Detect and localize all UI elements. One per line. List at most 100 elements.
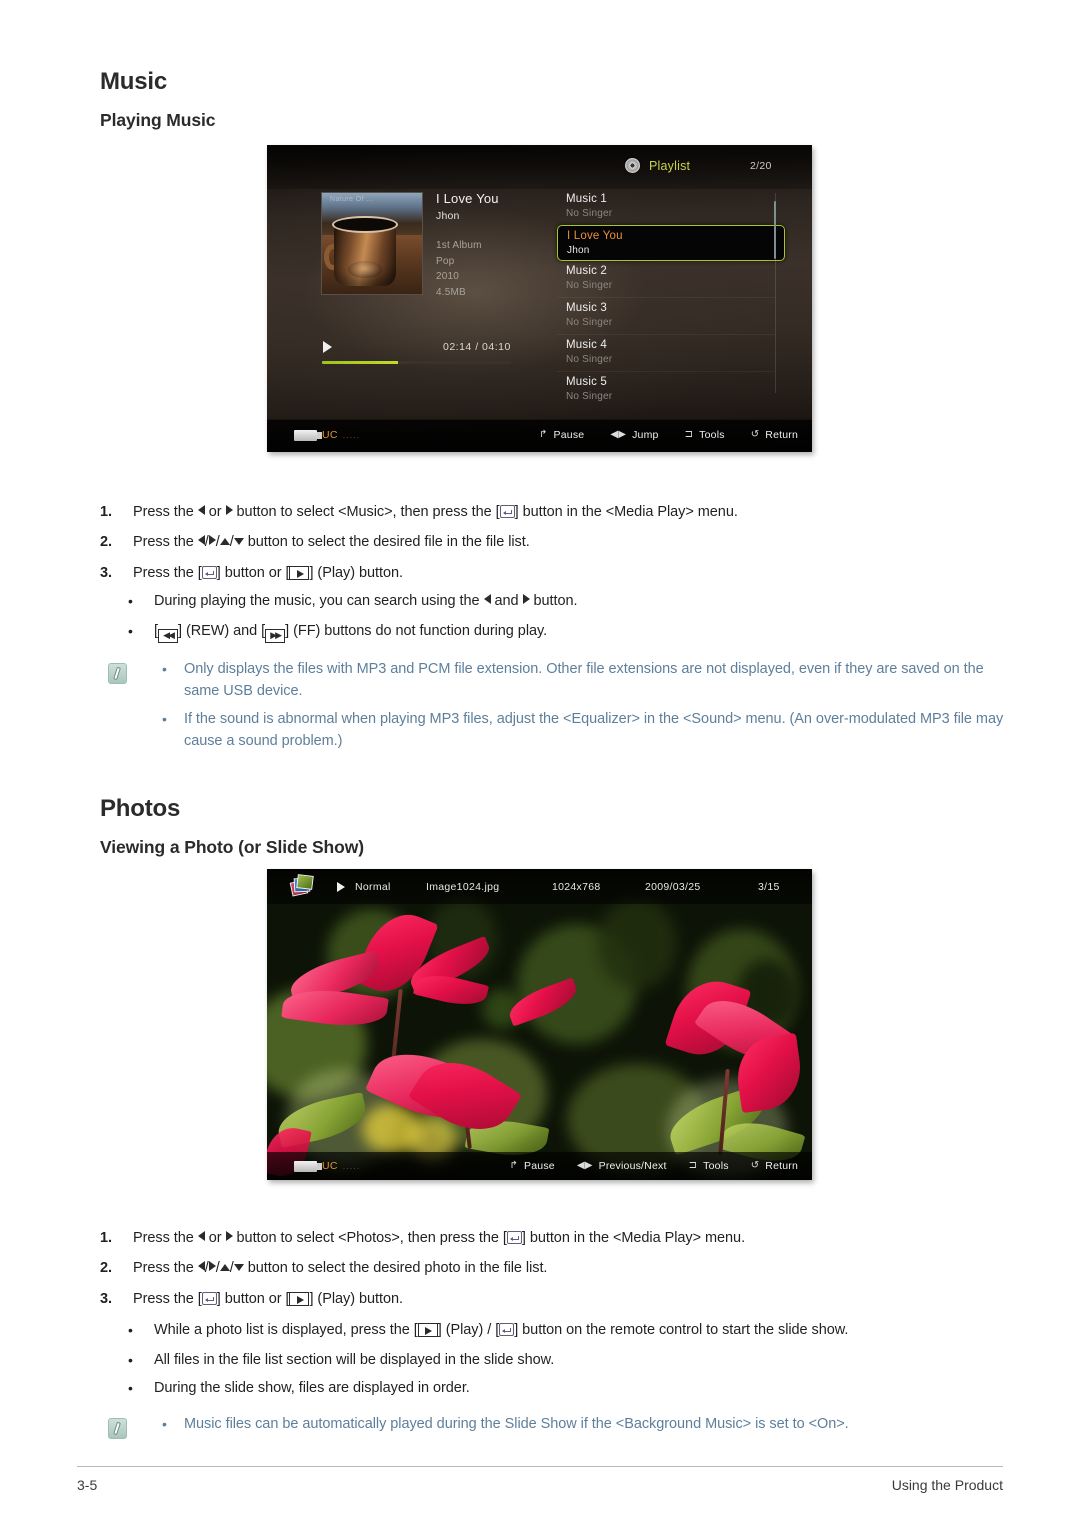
playlist-item-title: Music 2	[566, 265, 608, 277]
enter-key-icon	[201, 566, 217, 579]
note-icon	[108, 663, 127, 684]
hint-pause[interactable]: ↱ Pause	[539, 429, 584, 441]
progress-bar-fill	[322, 361, 398, 364]
photo-step-1-number: 1.	[100, 1230, 112, 1246]
playlist-item-title: Music 4	[566, 339, 608, 351]
enter-key-icon	[499, 1323, 515, 1336]
play-key-icon	[289, 566, 310, 580]
photo-date: 2009/03/25	[645, 881, 701, 893]
fast-forward-key-icon: ▶▶	[265, 629, 286, 643]
music-step-2-number: 2.	[100, 534, 112, 550]
photo-step-1-text-a: Press the	[133, 1230, 194, 1246]
hint-tools[interactable]: ⊐ Tools	[689, 1160, 729, 1172]
music-bullet-1-text-b: and	[494, 593, 519, 609]
playlist-item[interactable]: Music 1 No Singer	[557, 189, 785, 225]
photo-bullet-3: • During the slide show, files are displ…	[128, 1378, 1018, 1398]
playlist-item[interactable]: Music 5 No Singer	[557, 372, 785, 408]
album-art: Nature Of ...	[321, 192, 423, 295]
playlist-item[interactable]: I Love You Jhon	[557, 225, 785, 261]
hint-return[interactable]: ↺ Return	[751, 429, 798, 441]
play-status-icon	[323, 341, 332, 353]
playlist-scrollbar-thumb[interactable]	[774, 201, 776, 259]
playlist-item[interactable]: Music 3 No Singer	[557, 298, 785, 334]
music-hint-bar: ↱ Pause ◀▶ Jump ⊐ Tools ↺ Return	[539, 429, 798, 441]
music-bullet-1: • During playing the music, you can sear…	[128, 591, 1008, 611]
photo-bullet-1-text-c: ] button on the remote control to start …	[514, 1322, 849, 1338]
music-bullet-1-text-a: During playing the music, you can search…	[154, 593, 480, 609]
album-art-image	[322, 193, 422, 294]
slideshow-play-icon	[337, 882, 345, 892]
bullet-dot: •	[128, 1322, 133, 1338]
music-step-1-text-a: Press the	[133, 504, 194, 520]
usb-device-indicator: UC .....	[294, 1160, 360, 1172]
playlist-header: Playlist	[625, 158, 690, 173]
bullet-dot: •	[128, 623, 133, 639]
playlist-item-title: Music 5	[566, 376, 608, 388]
progress-bar[interactable]	[322, 361, 511, 364]
music-note-1: • Only displays the files with MP3 and P…	[162, 658, 1010, 702]
hint-pause[interactable]: ↱ Pause	[509, 1160, 554, 1172]
playlist-label: Playlist	[649, 158, 691, 173]
music-note-2: • If the sound is abnormal when playing …	[162, 708, 1010, 752]
music-step-2-text-b: button to select the desired file in the…	[247, 534, 530, 550]
playlist-item-subtitle: No Singer	[566, 391, 613, 402]
usb-label: UC	[322, 1160, 338, 1172]
hint-jump[interactable]: ◀▶ Jump	[610, 429, 658, 441]
playlist-item[interactable]: Music 2 No Singer	[557, 261, 785, 297]
hint-label: Pause	[524, 1160, 555, 1172]
left-arrow-icon	[483, 594, 491, 604]
photo-index: 3/15	[758, 881, 780, 893]
bullet-dot: •	[162, 711, 167, 727]
hint-label: Jump	[632, 429, 659, 441]
album-art-caption: Nature Of ...	[330, 196, 374, 203]
music-step-2-text-a: Press the	[133, 534, 194, 550]
photo-step-1-text-d: ] button in the <Media Play> menu.	[521, 1230, 746, 1246]
music-step-1-text-d: ] button in the <Media Play> menu.	[514, 504, 738, 520]
left-arrow-icon	[197, 1231, 205, 1241]
subsection-viewing-photo: Viewing a Photo (or Slide Show)	[100, 837, 364, 857]
enter-key-icon	[499, 505, 515, 518]
play-key-icon	[417, 1323, 438, 1337]
photo-step-3-number: 3.	[100, 1291, 112, 1307]
right-arrow-icon	[225, 505, 233, 515]
usb-dots: .....	[342, 430, 361, 440]
usb-label: UC	[322, 429, 338, 441]
playlist[interactable]: Music 1 No Singer I Love You Jhon Music 2 No …	[557, 189, 785, 408]
photo-step-1-text-b: or	[208, 1230, 222, 1246]
hint-label: Previous/Next	[598, 1160, 667, 1172]
hint-label: Tools	[703, 1160, 729, 1172]
hint-return[interactable]: ↺ Return	[751, 1160, 798, 1172]
up-arrow-icon	[219, 1264, 230, 1271]
hint-glyph-icon: ◀▶	[576, 1160, 593, 1171]
hint-glyph-icon: ↺	[750, 429, 760, 440]
photo-bullet-1-text-b: ] (Play) / [	[437, 1322, 500, 1338]
down-arrow-icon	[233, 538, 244, 545]
playlist-scrollbar-track[interactable]	[774, 193, 776, 393]
hint-label: Pause	[553, 429, 585, 441]
music-step-2: 2. Press the / / / button to select the de…	[100, 534, 530, 550]
left-arrow-icon	[197, 1261, 205, 1271]
page-title-photos: Photos	[100, 795, 181, 822]
footer-page-number: 3-5	[77, 1477, 98, 1493]
playlist-item-title: Music 1	[566, 193, 608, 205]
music-step-1-text-c: button to select <Music>, then press the…	[236, 504, 500, 520]
hint-tools[interactable]: ⊐ Tools	[685, 429, 725, 441]
photo-step-3: 3. Press the [] button or [] (Play) butt…	[100, 1289, 1000, 1309]
playlist-item[interactable]: Music 4 No Singer	[557, 335, 785, 371]
music-step-3-text-c: ] (Play) button.	[309, 565, 403, 581]
photo-bullet-2-text: All files in the file list section will …	[154, 1352, 555, 1368]
photo-top-bar	[267, 869, 812, 904]
hint-glyph-icon: ⊐	[684, 429, 694, 440]
hint-glyph-icon: ↺	[750, 1160, 760, 1171]
playback-time: 02:14 / 04:10	[443, 341, 511, 353]
disc-icon	[625, 158, 640, 173]
music-step-1-text-b: or	[208, 504, 222, 520]
photo-hint-bar: ↱ Pause ◀▶ Previous/Next ⊐ Tools ↺ Return	[509, 1160, 798, 1172]
hint-previous-next[interactable]: ◀▶ Previous/Next	[577, 1160, 667, 1172]
bullet-dot: •	[162, 661, 167, 677]
music-bullet-1-text-c: button.	[533, 593, 578, 609]
bullet-dot: •	[128, 593, 133, 609]
photo-step-2: 2. Press the / / / button to select the de…	[100, 1260, 548, 1276]
photo-step-1: 1. Press the or button to select <Photos…	[100, 1228, 1000, 1248]
bullet-dot: •	[128, 1380, 133, 1396]
